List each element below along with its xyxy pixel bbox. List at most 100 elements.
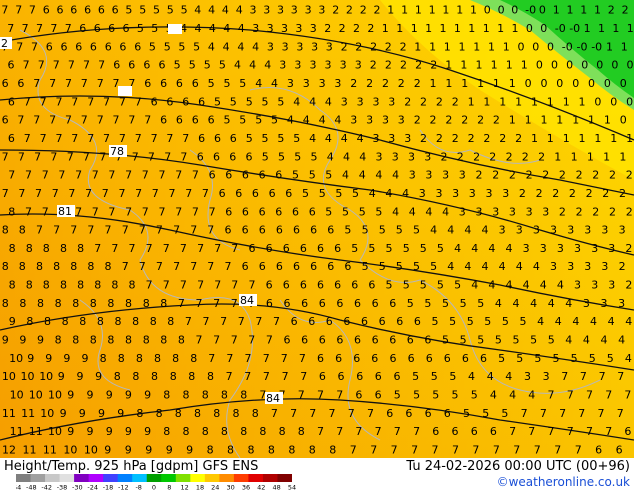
grid-value: 8 bbox=[175, 407, 182, 420]
grid-value: 4 bbox=[540, 279, 547, 292]
grid-value: 2 bbox=[332, 4, 339, 17]
grid-value: 10 bbox=[63, 443, 77, 456]
grid-value: 10 bbox=[48, 389, 62, 402]
grid-value: 10 bbox=[84, 443, 98, 456]
grid-value: 7 bbox=[190, 260, 197, 273]
grid-value: 8 bbox=[156, 407, 163, 420]
grid-value: 0 bbox=[518, 40, 525, 53]
grid-value: 6 bbox=[252, 187, 259, 200]
grid-value: 7 bbox=[53, 59, 60, 72]
grid-value: 5 bbox=[407, 297, 414, 310]
grid-value: 7 bbox=[540, 407, 547, 420]
grid-value: 0 bbox=[572, 77, 579, 90]
grid-value: 2 bbox=[398, 77, 405, 90]
grid-value: -0 bbox=[562, 40, 573, 53]
grid-value: 1 bbox=[499, 95, 506, 108]
contour-label-2: 2 bbox=[1, 37, 8, 50]
grid-value: 8 bbox=[188, 370, 195, 383]
grid-value: 9 bbox=[125, 425, 132, 438]
grid-value: 3 bbox=[318, 4, 325, 17]
grid-value: 2 bbox=[493, 114, 500, 127]
grid-value: 3 bbox=[357, 95, 364, 108]
grid-value: 4 bbox=[548, 297, 555, 310]
grid-value: 3 bbox=[469, 187, 476, 200]
color-scale-tick-label: -54 bbox=[16, 484, 21, 490]
grid-value: 7 bbox=[87, 224, 94, 237]
grid-value: 6 bbox=[293, 260, 300, 273]
grid-value: 4 bbox=[369, 187, 376, 200]
grid-value: 5 bbox=[386, 242, 393, 255]
grid-value: 2 bbox=[586, 187, 593, 200]
grid-value: 6 bbox=[128, 59, 135, 72]
grid-value: 2 bbox=[552, 187, 559, 200]
grid-value: 7 bbox=[35, 187, 42, 200]
grid-value: 2 bbox=[542, 169, 549, 182]
grid-value: 7 bbox=[50, 150, 57, 163]
grid-value: 6 bbox=[284, 297, 291, 310]
grid-value: 5 bbox=[344, 224, 351, 237]
grid-value: 5 bbox=[167, 4, 174, 17]
grid-value: 6 bbox=[375, 370, 382, 383]
grid-value: 3 bbox=[618, 297, 625, 310]
grid-value: 6 bbox=[242, 260, 249, 273]
grid-value: 8 bbox=[2, 224, 9, 237]
grid-value: 1 bbox=[525, 114, 532, 127]
grid-value: 7 bbox=[350, 443, 357, 456]
grid-value: 4 bbox=[590, 315, 597, 328]
grid-value: 3 bbox=[408, 150, 415, 163]
grid-value: 7 bbox=[58, 169, 65, 182]
grid-value: 7 bbox=[231, 279, 238, 292]
grid-value: 5 bbox=[271, 114, 278, 127]
grid-value: 4 bbox=[234, 59, 241, 72]
color-scale-swatch bbox=[277, 474, 292, 482]
grid-value: 5 bbox=[454, 279, 461, 292]
grid-value: 4 bbox=[385, 187, 392, 200]
color-scale-swatch bbox=[45, 474, 61, 482]
grid-value: 3 bbox=[376, 150, 383, 163]
grid-value: 3 bbox=[567, 260, 574, 273]
grid-value: 2 bbox=[506, 150, 513, 163]
grid-value: 7 bbox=[192, 169, 199, 182]
grid-value: 7 bbox=[103, 95, 110, 108]
grid-value: 6 bbox=[326, 315, 333, 328]
grid-value: 0 bbox=[541, 77, 548, 90]
grid-value: 4 bbox=[565, 297, 572, 310]
grid-value: 6 bbox=[490, 425, 497, 438]
grid-value: 3 bbox=[388, 132, 395, 145]
grid-value: 7 bbox=[87, 95, 94, 108]
grid-value: 7 bbox=[411, 443, 418, 456]
grid-value: 6 bbox=[113, 59, 120, 72]
grid-value: 3 bbox=[574, 242, 581, 255]
grid-value: 6 bbox=[319, 334, 326, 347]
grid-value: 0 bbox=[511, 4, 518, 17]
grid-value: 6 bbox=[344, 260, 351, 273]
grid-value: 2 bbox=[400, 59, 407, 72]
grid-value: 7 bbox=[105, 224, 112, 237]
grid-value: 3 bbox=[459, 205, 466, 218]
grid-value: 3 bbox=[263, 4, 270, 17]
grid-value: 3 bbox=[355, 59, 362, 72]
grid-value: 8 bbox=[221, 425, 228, 438]
contour-label-84: 84 bbox=[240, 294, 254, 307]
grid-value: 3 bbox=[282, 40, 289, 53]
grid-value: 9 bbox=[125, 443, 132, 456]
grid-value: 6 bbox=[108, 22, 115, 35]
grid-value: 1 bbox=[612, 22, 619, 35]
grid-value: 5 bbox=[484, 315, 491, 328]
grid-value: 6 bbox=[300, 279, 307, 292]
grid-value: 8 bbox=[107, 334, 114, 347]
grid-value: 1 bbox=[445, 77, 452, 90]
grid-value: 7 bbox=[192, 205, 199, 218]
color-scale-swatch bbox=[88, 474, 104, 482]
station-marker bbox=[168, 24, 182, 34]
grid-value: 2 bbox=[602, 187, 609, 200]
color-scale-swatch bbox=[248, 474, 264, 482]
grid-value: 4 bbox=[528, 389, 535, 402]
grid-value: 5 bbox=[164, 40, 171, 53]
grid-value: 7 bbox=[151, 132, 158, 145]
grid-value: 8 bbox=[43, 279, 50, 292]
grid-value: 2 bbox=[370, 40, 377, 53]
site-credit[interactable]: ©weatheronline.co.uk bbox=[497, 475, 630, 489]
grid-value: 8 bbox=[143, 334, 150, 347]
grid-value: 6 bbox=[394, 370, 401, 383]
